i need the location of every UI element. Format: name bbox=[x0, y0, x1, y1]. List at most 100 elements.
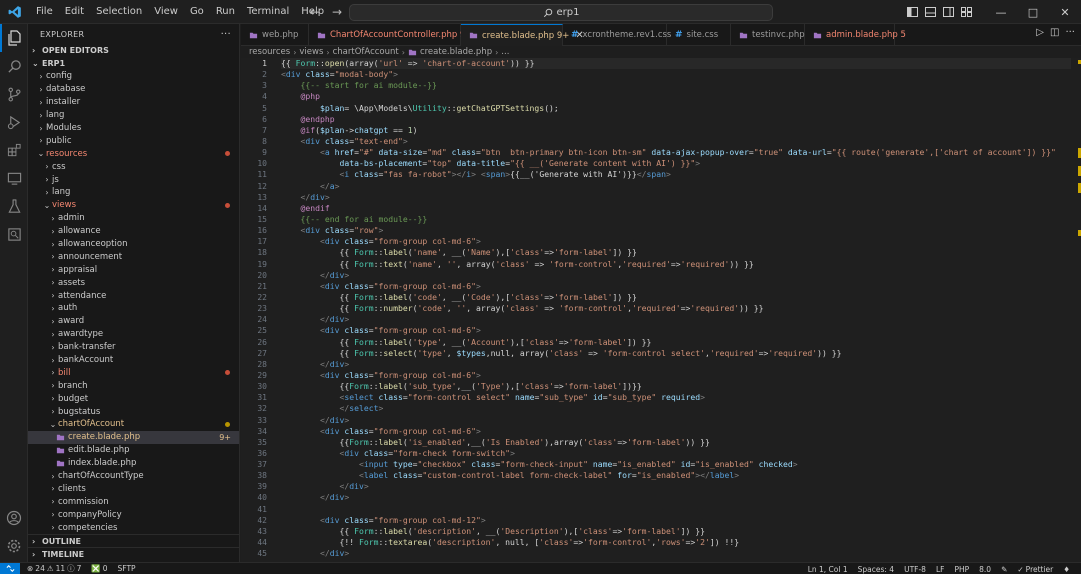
testing-flask-icon[interactable] bbox=[0, 192, 28, 220]
editor-tab[interactable]: web.php bbox=[241, 24, 309, 46]
code-line[interactable]: </div> bbox=[281, 415, 1071, 426]
code-line[interactable]: </div> bbox=[281, 492, 1071, 503]
ports-indicator[interactable]: ❎ 0 bbox=[86, 564, 112, 573]
tree-file[interactable]: index.blade.php bbox=[28, 457, 239, 470]
tree-folder[interactable]: › css bbox=[28, 160, 239, 173]
menu-file[interactable]: File bbox=[30, 0, 59, 24]
code-line[interactable]: {!! Form::textarea('description', null, … bbox=[281, 537, 1071, 548]
code-line[interactable]: </select> bbox=[281, 403, 1071, 414]
encoding[interactable]: UTF-8 bbox=[899, 565, 931, 574]
tree-folder[interactable]: ⌄ resources bbox=[28, 147, 239, 160]
timeline-section[interactable]: › TIMELINE bbox=[28, 547, 239, 560]
code-line[interactable]: <label class="custom-control-label form-… bbox=[281, 470, 1071, 481]
php-tools-icon[interactable]: ✎ bbox=[996, 565, 1012, 574]
remote-explorer-icon[interactable] bbox=[0, 164, 28, 192]
remote-indicator-icon[interactable] bbox=[0, 562, 20, 574]
code-line[interactable]: <i class="fas fa-robot"></i> <span>{{__(… bbox=[281, 169, 1071, 180]
code-line[interactable]: <input type="checkbox" class="form-check… bbox=[281, 459, 1071, 470]
tree-folder[interactable]: › Modules bbox=[28, 122, 239, 135]
code-line[interactable]: {{ Form::label('description', __('Descri… bbox=[281, 526, 1071, 537]
run-debug-icon[interactable] bbox=[0, 108, 28, 136]
tree-folder[interactable]: › config bbox=[28, 70, 239, 83]
tree-folder[interactable]: › bank-transfer bbox=[28, 341, 239, 354]
command-center-search[interactable]: erp1 bbox=[349, 4, 773, 21]
breadcrumb-item[interactable]: chartOfAccount bbox=[333, 47, 399, 57]
explorer-icon[interactable] bbox=[0, 24, 28, 52]
breadcrumb-item[interactable]: ... bbox=[501, 47, 509, 57]
workspace-section[interactable]: ⌄ ERP1 bbox=[28, 57, 239, 70]
editor-tab[interactable]: testinvc.php bbox=[731, 24, 805, 46]
code-line[interactable]: </div> bbox=[281, 192, 1071, 203]
account-icon[interactable] bbox=[0, 504, 28, 532]
tree-folder[interactable]: › js bbox=[28, 173, 239, 186]
tree-folder[interactable]: › lang bbox=[28, 109, 239, 122]
end-of-line[interactable]: LF bbox=[931, 565, 950, 574]
code-line[interactable]: <div class="form-group col-md-12"> bbox=[281, 515, 1071, 526]
code-line[interactable]: <div class="modal-body"> bbox=[281, 69, 1071, 80]
more-actions-icon[interactable]: ··· bbox=[1065, 27, 1075, 38]
php-version[interactable]: 8.0 bbox=[974, 565, 996, 574]
code-content[interactable]: {{ Form::open(array('url' => 'chart-of-a… bbox=[281, 58, 1071, 559]
notifications-bell-icon[interactable]: ♦ bbox=[1058, 565, 1075, 574]
code-line[interactable]: {{-- end for ai module--}} bbox=[281, 214, 1071, 225]
tree-folder[interactable]: › announcement bbox=[28, 250, 239, 263]
breadcrumb-item[interactable]: create.blade.php bbox=[420, 47, 492, 57]
breadcrumb-item[interactable]: resources bbox=[249, 47, 290, 57]
code-line[interactable]: <select class="form-control select" name… bbox=[281, 392, 1071, 403]
toggle-panel-icon[interactable] bbox=[921, 0, 939, 24]
code-line[interactable]: @endphp bbox=[281, 114, 1071, 125]
code-line[interactable]: @php bbox=[281, 91, 1071, 102]
tree-file[interactable]: create.blade.php 9+ bbox=[28, 430, 239, 444]
editor-tab[interactable]: admin.blade.php 5 bbox=[805, 24, 906, 46]
tree-folder[interactable]: › database bbox=[28, 83, 239, 96]
code-line[interactable]: {{-- start for ai module--}} bbox=[281, 80, 1071, 91]
tree-folder[interactable]: › awardtype bbox=[28, 328, 239, 341]
code-line[interactable]: <div class="form-group col-md-6"> bbox=[281, 281, 1071, 292]
code-line[interactable]: <div class="form-group col-md-6"> bbox=[281, 426, 1071, 437]
editor-tab[interactable]: # xcrontheme.rev1.css bbox=[563, 24, 671, 46]
code-line[interactable]: </div> bbox=[281, 314, 1071, 325]
code-editor[interactable]: 1 2 3 4 5 6 7 8 9 10 11 12 13 14 15 16 17 18 19 20 21 22 23 24 2… bbox=[241, 58, 1081, 562]
tree-folder[interactable]: › assets bbox=[28, 276, 239, 289]
forward-arrow-icon[interactable]: → bbox=[329, 4, 345, 20]
editor-tab[interactable]: ChartOfAccountController.php 9+ bbox=[309, 24, 473, 46]
more-actions-icon[interactable]: ··· bbox=[221, 29, 231, 40]
source-control-icon[interactable] bbox=[0, 80, 28, 108]
tree-folder[interactable]: › chartOfAccountType bbox=[28, 470, 239, 483]
editor-tab[interactable]: create.blade.php 9+ ✕ bbox=[461, 24, 584, 46]
extensions-icon[interactable] bbox=[0, 136, 28, 164]
code-line[interactable]: @if($plan->chatgpt == 1) bbox=[281, 125, 1071, 136]
code-line[interactable]: data-bs-placement="top" data-title="{{ _… bbox=[281, 158, 1071, 169]
split-editor-icon[interactable]: ◫ bbox=[1050, 27, 1059, 38]
tree-folder[interactable]: › competencies bbox=[28, 521, 239, 534]
toggle-primary-sidebar-icon[interactable] bbox=[903, 0, 921, 24]
code-line[interactable]: {{ Form::open(array('url' => 'chart-of-a… bbox=[281, 58, 1071, 70]
run-play-icon[interactable]: ▷ bbox=[1036, 27, 1044, 38]
code-line[interactable] bbox=[281, 504, 1071, 515]
customize-layout-icon[interactable] bbox=[957, 0, 975, 24]
code-line[interactable]: <div class="form-group col-md-6"> bbox=[281, 236, 1071, 247]
menu-go[interactable]: Go bbox=[184, 0, 210, 24]
manage-gear-icon[interactable] bbox=[0, 532, 28, 560]
tree-folder[interactable]: › bugstatus bbox=[28, 405, 239, 418]
tree-folder[interactable]: ⌄ chartOfAccount bbox=[28, 418, 239, 431]
minimize-icon[interactable]: — bbox=[985, 0, 1017, 24]
menu-terminal[interactable]: Terminal bbox=[241, 0, 295, 24]
code-line[interactable]: <div class="row"> bbox=[281, 225, 1071, 236]
tree-folder[interactable]: › bankAccount bbox=[28, 354, 239, 367]
menu-selection[interactable]: Selection bbox=[90, 0, 148, 24]
code-line[interactable]: </div> bbox=[281, 481, 1071, 492]
code-line[interactable]: </div> bbox=[281, 548, 1071, 559]
tree-folder[interactable]: › lang bbox=[28, 186, 239, 199]
code-line[interactable]: </a> bbox=[281, 181, 1071, 192]
close-window-icon[interactable]: ✕ bbox=[1049, 0, 1081, 24]
menu-edit[interactable]: Edit bbox=[59, 0, 90, 24]
code-line[interactable]: {{ Form::text('name', '', array('class' … bbox=[281, 259, 1071, 270]
code-line[interactable]: {{ Form::select('type', $types,null, arr… bbox=[281, 348, 1071, 359]
code-line[interactable]: {{ Form::label('code', __('Code'),['clas… bbox=[281, 292, 1071, 303]
tree-folder[interactable]: › bill bbox=[28, 366, 239, 379]
tree-folder[interactable]: › award bbox=[28, 315, 239, 328]
code-line[interactable]: @endif bbox=[281, 203, 1071, 214]
open-editors-section[interactable]: › OPEN EDITORS bbox=[28, 44, 239, 57]
tree-file[interactable]: edit.blade.php bbox=[28, 444, 239, 457]
